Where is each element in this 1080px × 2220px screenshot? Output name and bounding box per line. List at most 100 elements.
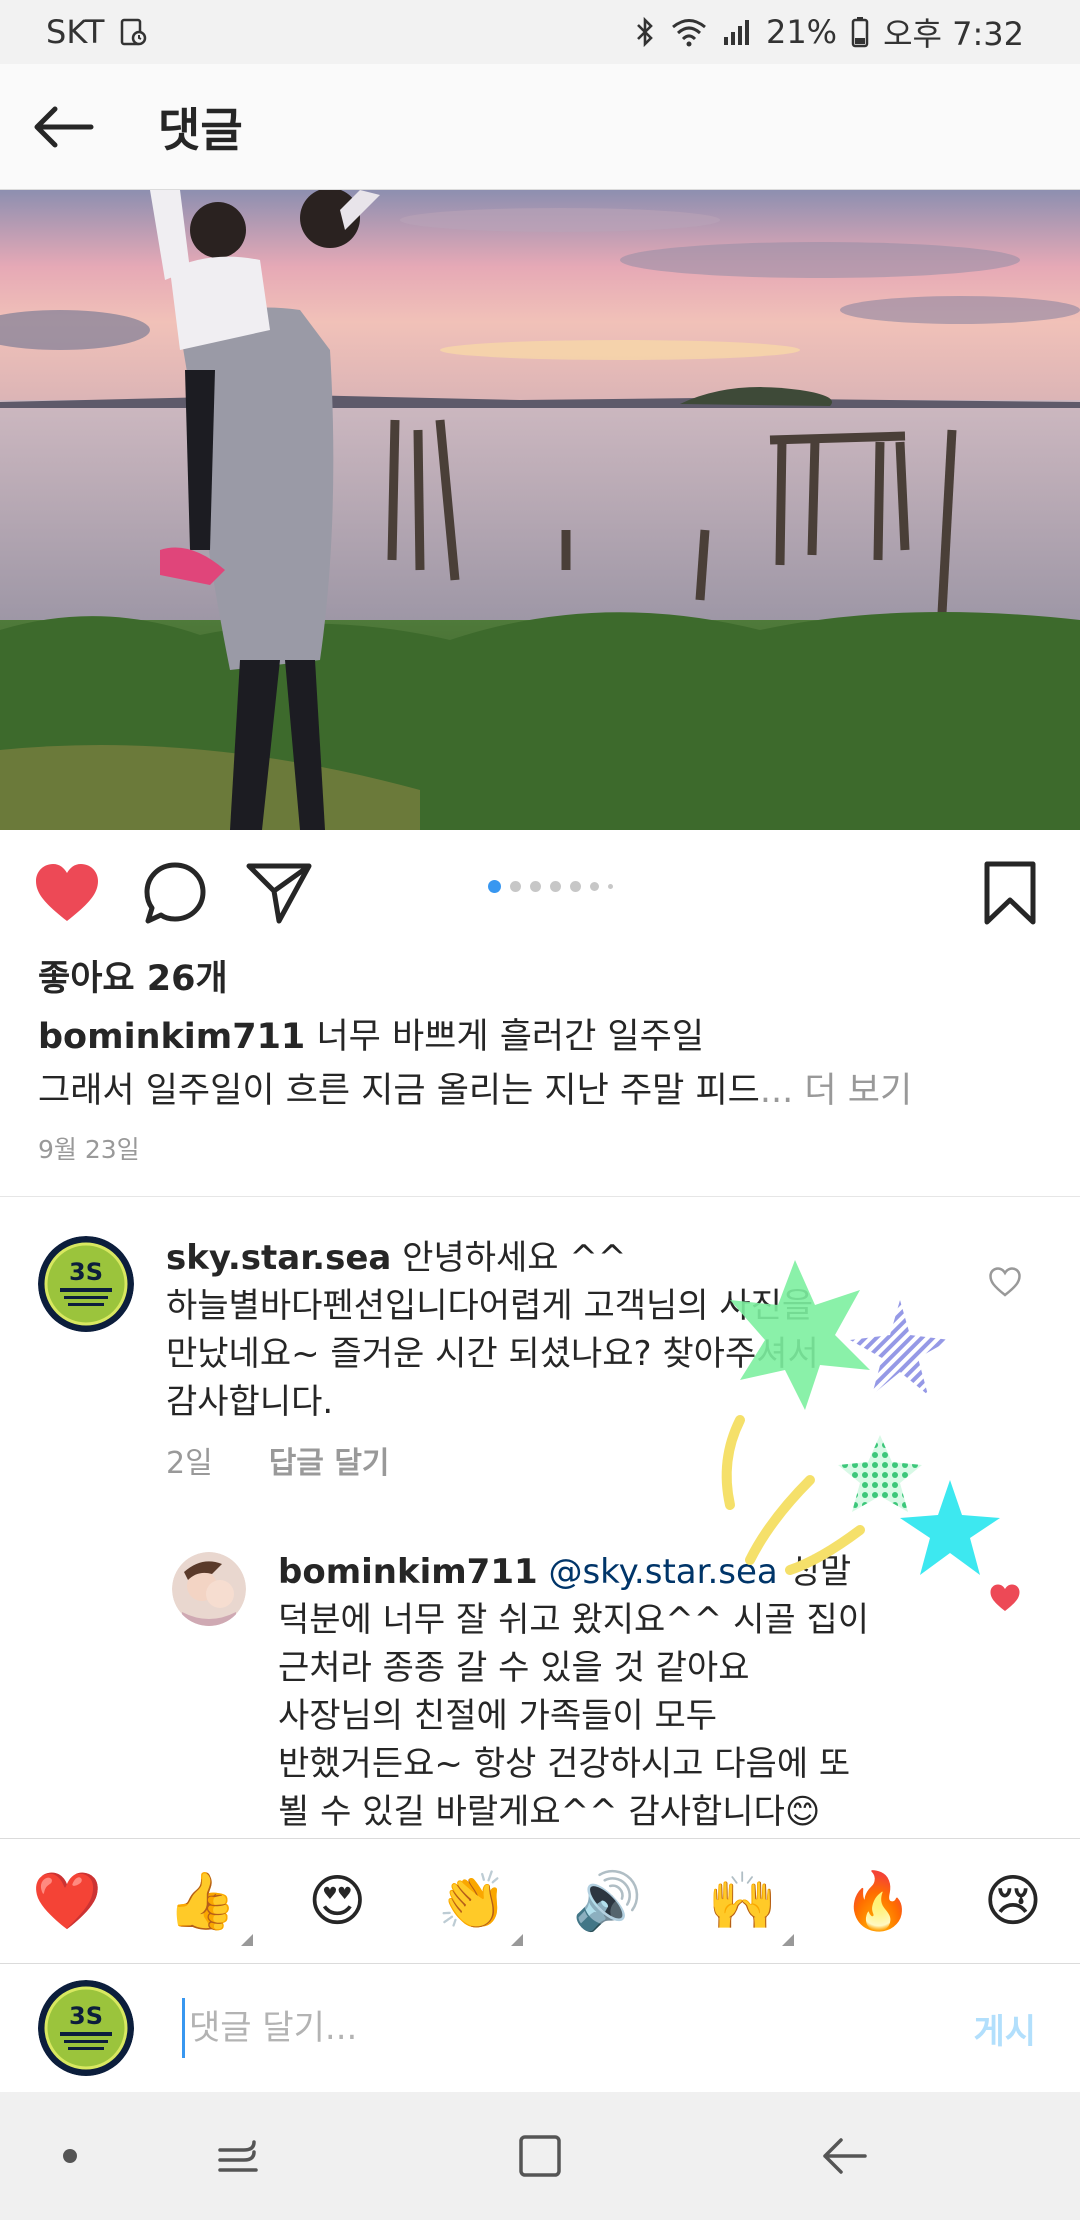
like-count[interactable]: 좋아요 26개 [38, 950, 228, 1001]
sky-star-sea-logo: 3S [38, 1980, 134, 2076]
comment-input[interactable] [182, 1998, 902, 2058]
emoji-clap-button[interactable]: 👏 [437, 1866, 524, 1946]
emoji-fire-button[interactable]: 🔥 [843, 1866, 913, 1936]
navigation-bar [0, 2092, 1080, 2220]
carousel-dot [510, 881, 521, 892]
post-photo[interactable] [0, 190, 1080, 830]
speaker-emoji: 🔊 [572, 1869, 643, 1934]
mention-link[interactable]: @sky.star.sea [548, 1552, 777, 1592]
clap-emoji: 👏 [437, 1869, 508, 1934]
bluetooth-icon [634, 16, 656, 48]
app-bar: 댓글 [0, 64, 1080, 190]
comment-line: 하늘별바다펜션입니다어렵게 고객님의 사진을 [166, 1286, 814, 1326]
sky-star-sea-logo: 3S [38, 1236, 134, 1332]
reply-body: bominkim711 @sky.star.sea 성말 덕분에 너무 잘 쉬고… [278, 1548, 938, 1836]
comment-line: 감사합니다. [166, 1382, 334, 1422]
status-right: 21% 오후 7:32 [634, 9, 1024, 55]
comment-username[interactable]: bominkim711 [278, 1552, 538, 1592]
emoji-speaker-button[interactable]: 🔊 [573, 1866, 643, 1936]
emoji-quick-bar: ❤️ 👍 😍 👏 🔊 🙌 🔥 😢 [0, 1838, 1080, 1964]
composer-avatar: 3S [38, 1980, 134, 2076]
comment-line: bominkim711 @sky.star.sea 성말 [278, 1548, 938, 1596]
carousel-indicator [488, 880, 613, 893]
post-caption: bominkim711 너무 바쁘게 흘러간 일주일 그래서 일주일이 흐른 지… [38, 1010, 1048, 1118]
carrier-label: SKT [46, 13, 105, 51]
back-arrow-icon [823, 2138, 867, 2174]
share-button[interactable] [244, 858, 314, 928]
emoji-raised-hands-button[interactable]: 🙌 [707, 1866, 794, 1946]
battery-percent: 21% [765, 13, 838, 51]
comment-line: sky.star.sea 안녕하세요 ^^ [166, 1234, 926, 1282]
back-nav-button[interactable] [814, 2126, 874, 2186]
caption-text-1: 너무 바쁘게 흘러간 일주일 [316, 1017, 705, 1057]
clock: 오후 7:32 [883, 15, 1024, 53]
post-date: 9월 23일 [38, 1135, 140, 1164]
heart-emoji: ❤️ [32, 1869, 102, 1934]
screenshot-notification-icon [118, 17, 148, 47]
heart-eyes-emoji: 😍 [308, 1868, 367, 1934]
save-button[interactable] [975, 858, 1045, 928]
caption-text-2: 그래서 일주일이 흐른 지금 올리는 지난 주말 피드 [38, 1071, 760, 1111]
comment-text: 안녕하세요 ^^ [402, 1238, 627, 1278]
caption-line-2: 그래서 일주일이 흐른 지금 올리는 지난 주말 피드... 더 보기 [38, 1064, 1048, 1118]
carousel-dot [530, 881, 541, 892]
comment-like-button[interactable] [985, 1578, 1025, 1618]
heart-outline-icon [989, 1267, 1021, 1297]
svg-text:3S: 3S [69, 1258, 103, 1286]
carousel-dot [608, 884, 613, 889]
comment-line: 반했거든요~ 항상 건강하시고 다음에 또 [278, 1744, 851, 1784]
home-button[interactable] [510, 2126, 570, 2186]
like-button[interactable] [32, 858, 102, 928]
back-arrow-icon [34, 106, 94, 147]
comment-like-button[interactable] [985, 1262, 1025, 1302]
status-left: SKT [46, 13, 148, 51]
comment-username[interactable]: sky.star.sea [166, 1238, 391, 1278]
baby-photo-avatar [172, 1552, 246, 1626]
comment-composer: 3S 게시 [0, 1964, 1080, 2092]
comment-line: 덕분에 너무 잘 쉬고 왔지요^^ 시골 집이 [278, 1600, 870, 1640]
send-icon [246, 863, 312, 924]
emoji-thumbs-up-button[interactable]: 👍 [167, 1866, 254, 1946]
crying-emoji: 😢 [983, 1868, 1043, 1934]
recent-apps-button[interactable] [208, 2126, 268, 2186]
comment-text: 뵐 수 있길 바랄게요^^ 감사합니다 [278, 1792, 785, 1832]
comment-line: 만났네요~ 즐거운 시간 되셨나요? 찾아주셔서 [166, 1334, 819, 1374]
thumbs-up-emoji: 👍 [167, 1869, 237, 1934]
reply-button[interactable]: 답글 달기 [269, 1438, 390, 1482]
battery-icon [851, 16, 869, 48]
comment-line: 근처라 종종 갈 수 있을 것 같아요 [278, 1648, 750, 1688]
caption-line-1: bominkim711 너무 바쁘게 흘러간 일주일 [38, 1010, 1048, 1064]
comment-text: 성말 [788, 1552, 852, 1592]
divider [0, 1196, 1080, 1197]
carousel-dot [550, 881, 561, 892]
avatar[interactable] [172, 1552, 246, 1626]
caption-ellipsis: ... [759, 1071, 794, 1111]
heart-filled-icon [990, 1584, 1020, 1611]
status-bar: SKT 21% 오후 7:32 [0, 0, 1080, 64]
comment-button[interactable] [140, 858, 210, 928]
post-comment-button[interactable]: 게시 [973, 2004, 1036, 2053]
carousel-dot [590, 882, 599, 891]
skin-tone-indicator-icon [781, 1934, 794, 1946]
sunset-lake-image [0, 190, 1080, 830]
home-square-icon [519, 2135, 561, 2177]
avatar[interactable]: 3S [38, 1236, 134, 1332]
more-link[interactable]: 더 보기 [804, 1071, 912, 1111]
back-button[interactable] [0, 64, 126, 190]
bookmark-icon [984, 861, 1036, 925]
caption-username[interactable]: bominkim711 [38, 1017, 305, 1057]
nav-dot-button[interactable] [40, 2126, 100, 2186]
page-title: 댓글 [158, 102, 243, 157]
emoji-crying-button[interactable]: 😢 [978, 1866, 1048, 1936]
emoji-heart-button[interactable]: ❤️ [32, 1866, 102, 1936]
comment-time: 2일 [166, 1446, 213, 1481]
comment-meta: 2일 답글 달기 [166, 1438, 390, 1482]
fire-emoji: 🔥 [842, 1869, 913, 1934]
emoji-heart-eyes-button[interactable]: 😍 [302, 1866, 372, 1936]
smile-emoji: 😊 [784, 1792, 821, 1832]
comment-line: 사장님의 친절에 가족들이 모두 [278, 1696, 718, 1736]
wifi-icon [670, 17, 708, 47]
raised-hands-emoji: 🙌 [707, 1869, 778, 1934]
comment-line: 뵐 수 있길 바랄게요^^ 감사합니다😊 [278, 1788, 938, 1836]
carousel-dot [488, 880, 501, 893]
